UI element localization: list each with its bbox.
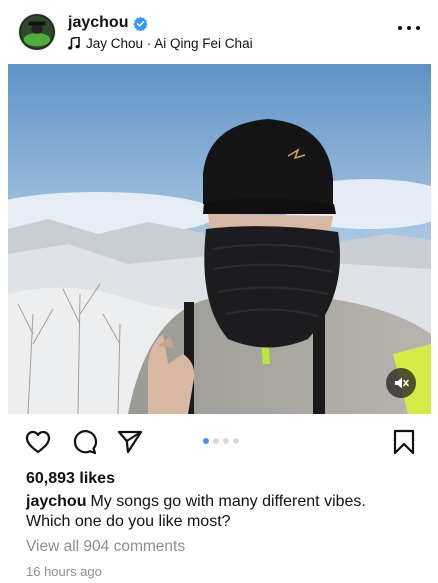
music-attribution[interactable]: Jay Chou · Ai Qing Fei Chai xyxy=(68,36,253,51)
profile-avatar[interactable] xyxy=(18,13,56,51)
like-count[interactable]: 60,893 likes xyxy=(26,470,115,488)
carousel-dot xyxy=(213,438,219,444)
heart-icon[interactable] xyxy=(24,428,52,456)
music-note-icon xyxy=(68,36,80,50)
post-timestamp: 16 hours ago xyxy=(26,564,102,579)
carousel-indicator xyxy=(203,438,239,444)
post-header: jaychou Jay Chou · Ai Qing Fei Chai xyxy=(0,0,438,62)
carousel-dot xyxy=(233,438,239,444)
paper-plane-icon[interactable] xyxy=(116,428,144,456)
post-media[interactable] xyxy=(8,64,431,414)
post-caption: jaychou My songs go with many different v… xyxy=(26,492,406,532)
view-comments-link[interactable]: View all 904 comments xyxy=(26,538,185,556)
more-options-icon[interactable] xyxy=(398,22,420,34)
caption-username[interactable]: jaychou xyxy=(26,493,86,510)
post-actions xyxy=(0,424,438,460)
muted-speaker-icon[interactable] xyxy=(386,368,416,398)
carousel-dot-active xyxy=(203,438,209,444)
carousel-dot xyxy=(223,438,229,444)
comment-bubble-icon[interactable] xyxy=(70,428,98,456)
username-row: jaychou xyxy=(68,14,149,32)
post-photo xyxy=(8,64,431,414)
bookmark-icon[interactable] xyxy=(390,428,418,456)
username[interactable]: jaychou xyxy=(68,14,128,32)
verified-badge-icon xyxy=(133,16,149,31)
music-label: Jay Chou · Ai Qing Fei Chai xyxy=(86,36,253,51)
